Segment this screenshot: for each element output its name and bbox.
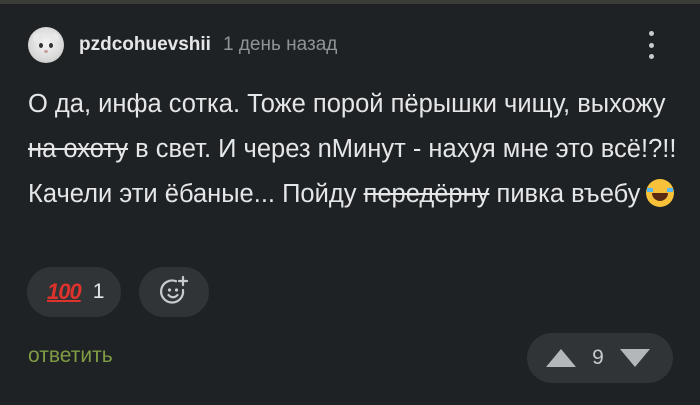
avatar-ear (33, 33, 42, 42)
top-divider (0, 0, 700, 4)
comment-text-strikethrough: на охоту (28, 135, 129, 163)
reaction-count: 1 (92, 280, 105, 303)
avatar-eye (49, 43, 53, 48)
avatar-nose (44, 50, 48, 53)
avatar-ear (50, 33, 59, 42)
upvote-icon[interactable] (544, 347, 578, 369)
comment-text-strikethrough: передёрну (363, 180, 490, 208)
reaction-100[interactable]: 100 1 (27, 267, 121, 317)
vote-score: 9 (592, 346, 604, 369)
comment-text-part: пивка въебу (489, 180, 641, 208)
comment-text: О да, инфа сотка. Тоже порой пёрышки чищ… (28, 82, 678, 217)
add-reaction-button[interactable] (139, 267, 209, 317)
tears-of-joy-emoji-icon (646, 179, 675, 207)
downvote-icon[interactable] (618, 347, 652, 369)
comment-header: pzdcohuevshii 1 день назад (28, 26, 337, 64)
vote-control: 9 (527, 333, 673, 383)
hundred-points-icon: 100 (47, 279, 82, 304)
more-vertical-icon[interactable] (644, 28, 658, 62)
add-emoji-icon (160, 275, 189, 304)
avatar-eye (39, 43, 43, 48)
reply-button[interactable]: ответить (28, 344, 113, 368)
comment-text-part: О да, инфа сотка. Тоже порой пёрышки чищ… (28, 90, 666, 118)
comment-time: 1 день назад (222, 34, 338, 55)
avatar[interactable] (28, 27, 64, 63)
author-name[interactable]: pzdcohuevshii (79, 34, 211, 56)
